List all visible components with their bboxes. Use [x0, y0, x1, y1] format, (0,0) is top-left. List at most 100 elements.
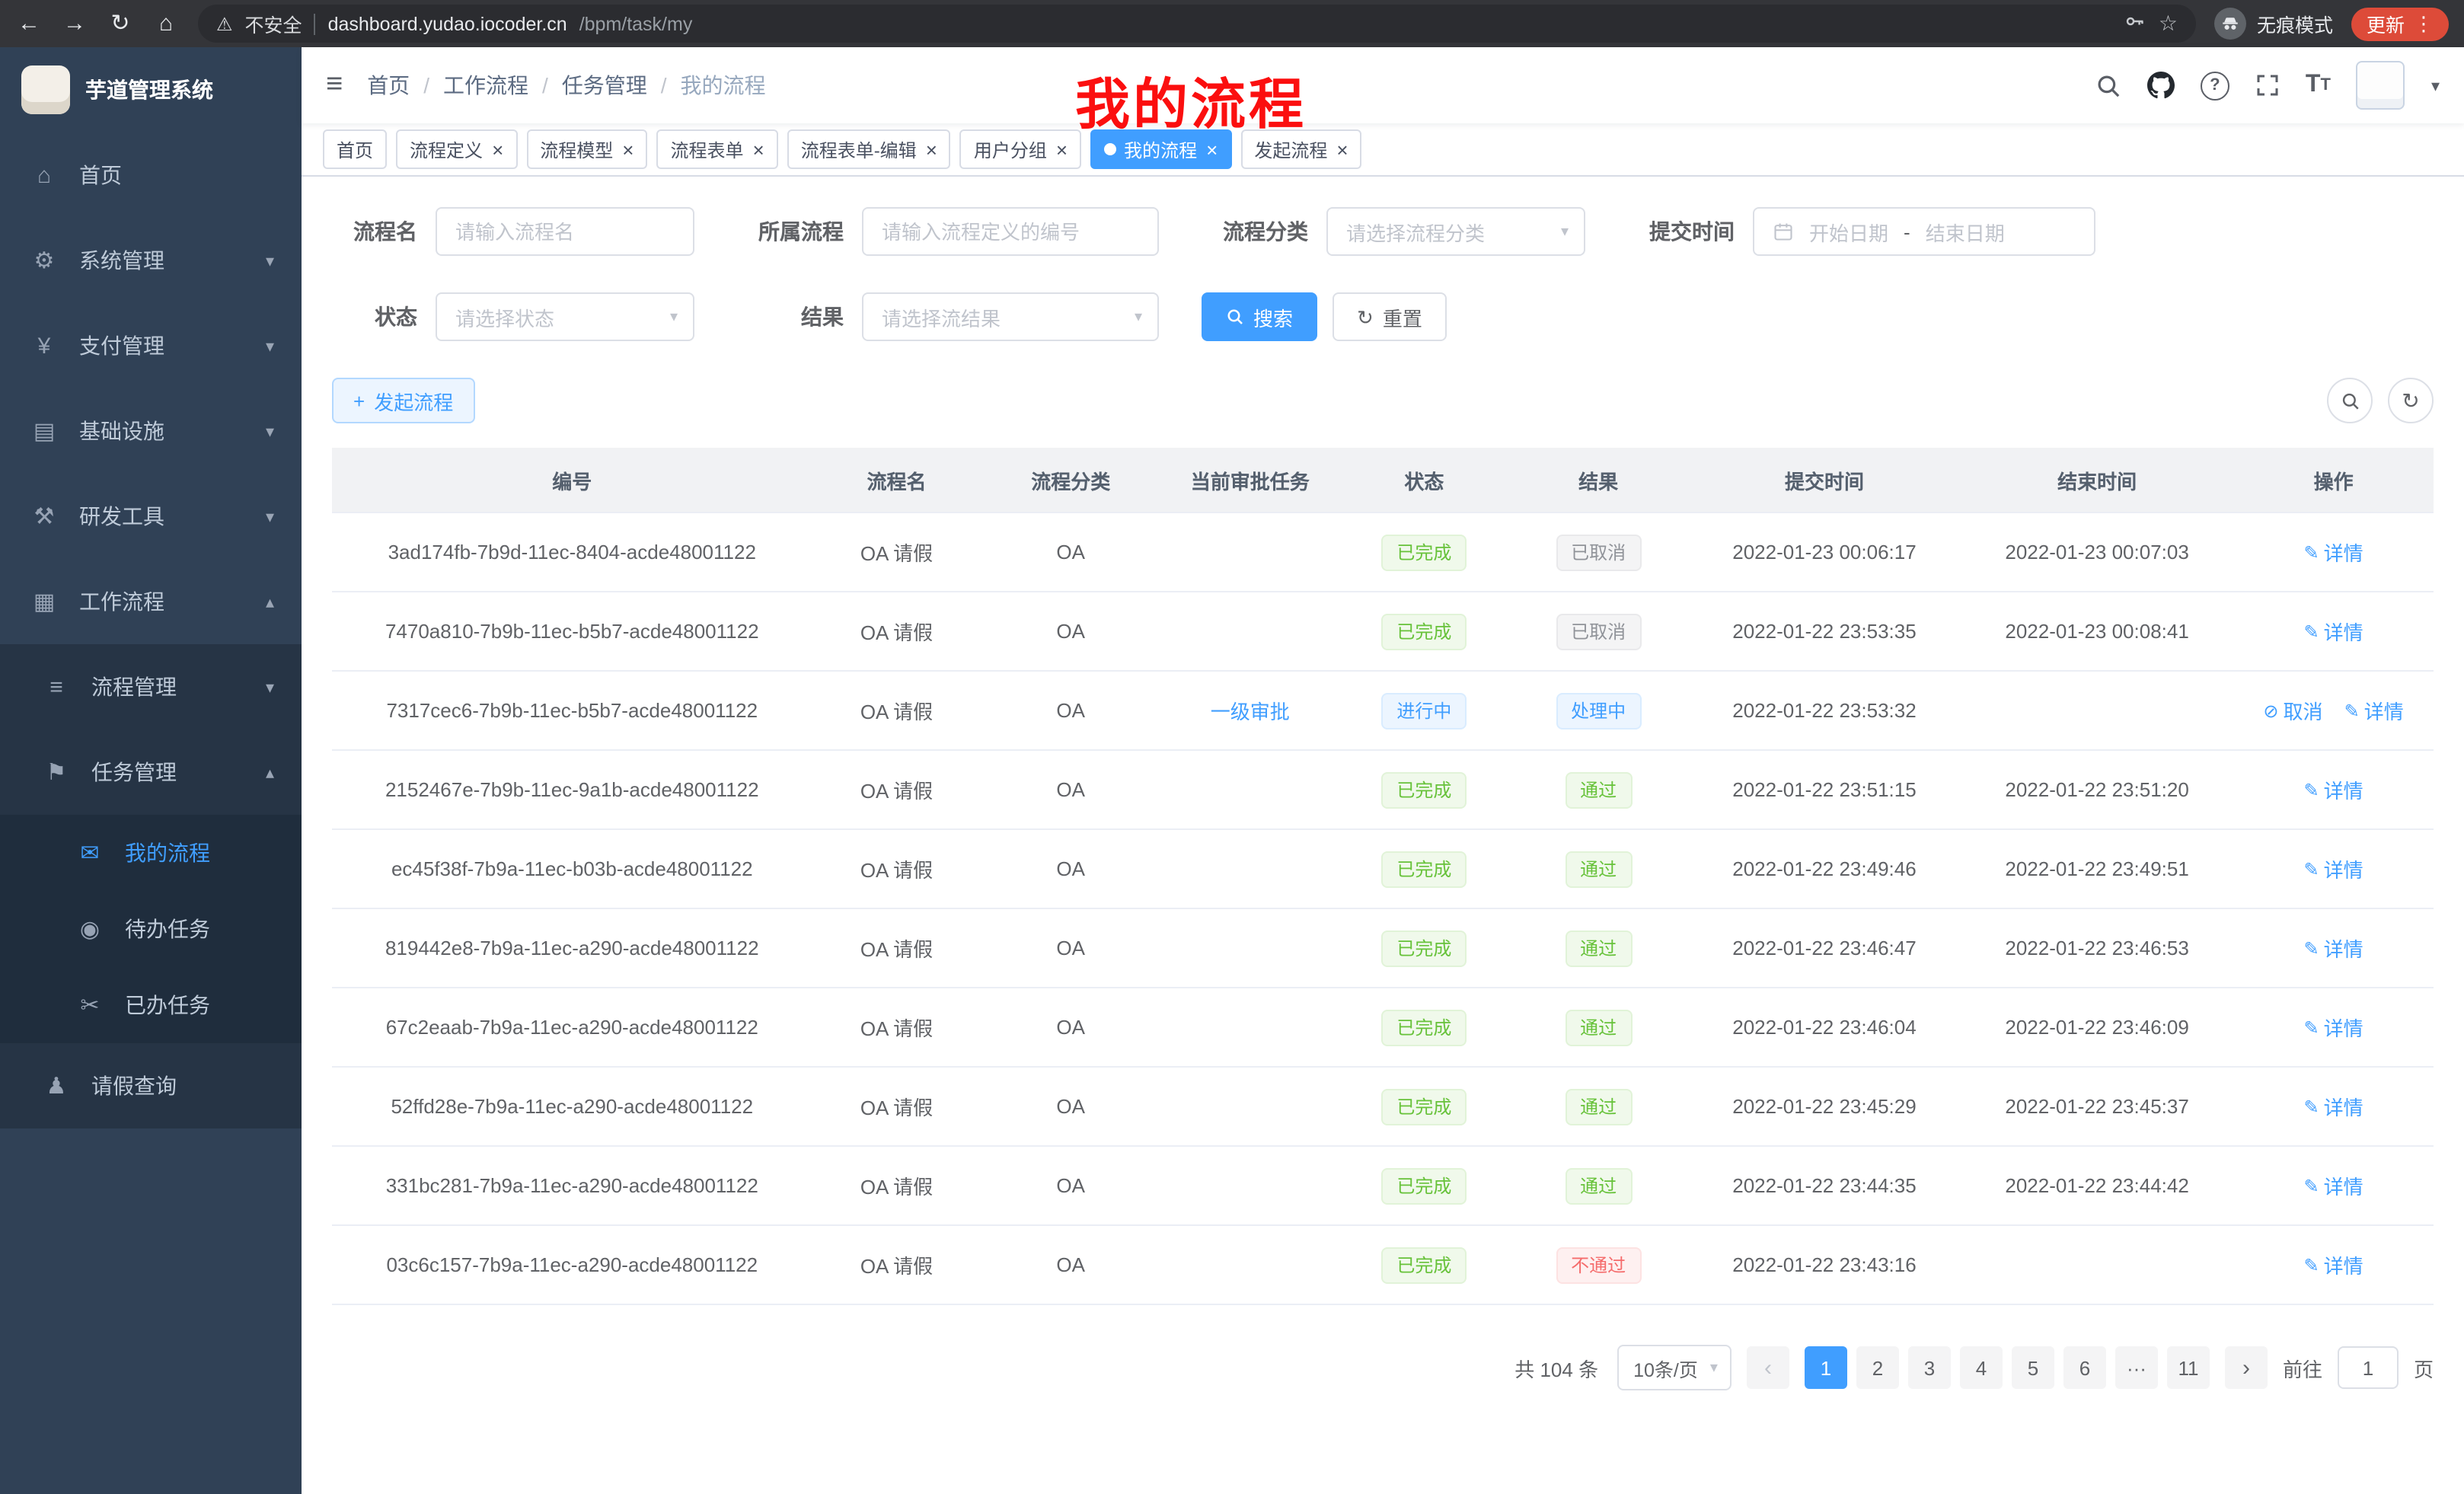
tab-6[interactable]: 我的流程× — [1090, 129, 1231, 169]
browser-forward-button[interactable]: → — [61, 12, 88, 35]
search-toggle-button[interactable] — [2327, 378, 2373, 423]
detail-link[interactable]: ✎详情 — [2304, 1250, 2363, 1279]
app-logo[interactable]: 芋道管理系统 — [0, 47, 302, 132]
page-button-3[interactable]: 3 — [1908, 1346, 1951, 1389]
chevron-down-icon: ▾ — [1561, 223, 1569, 240]
refresh-table-button[interactable]: ↻ — [2388, 378, 2434, 423]
sidebar-item-done-task[interactable]: ✂已办任务 — [0, 967, 302, 1043]
detail-link[interactable]: ✎详情 — [2304, 854, 2363, 883]
tab-5[interactable]: 用户分组× — [960, 129, 1081, 169]
tab-1[interactable]: 流程定义× — [396, 129, 517, 169]
close-icon[interactable]: × — [622, 139, 634, 159]
table-row: 52ffd28e-7b9a-11ec-a290-acde48001122OA 请… — [332, 1067, 2434, 1146]
sidebar-item-home[interactable]: ⌂首页 — [0, 132, 302, 218]
column-header-1: 流程名 — [812, 448, 981, 512]
breadcrumb-item[interactable]: 任务管理 — [562, 70, 647, 101]
sidebar-item-workflow[interactable]: ▦工作流程▴ — [0, 559, 302, 644]
result-select[interactable]: 请选择流结果 ▾ — [862, 292, 1159, 341]
sidebar-item-process-management[interactable]: ≡流程管理▾ — [0, 644, 302, 729]
sidebar-item-system[interactable]: ⚙系统管理▾ — [0, 218, 302, 303]
action-label: 详情 — [2324, 1092, 2363, 1121]
page-size-select[interactable]: 10条/页 ▾ — [1617, 1345, 1732, 1390]
goto-page-input[interactable] — [2338, 1346, 2399, 1389]
detail-link[interactable]: ✎详情 — [2304, 775, 2363, 804]
page-button-2[interactable]: 2 — [1856, 1346, 1899, 1389]
breadcrumb-item[interactable]: 我的流程 — [681, 70, 766, 101]
browser-menu-icon[interactable]: ⋮ — [2414, 11, 2434, 36]
reset-button[interactable]: ↻ 重置 — [1333, 292, 1447, 341]
submit-time: 2022-01-22 23:53:35 — [1688, 592, 1961, 671]
tab-4[interactable]: 流程表单-编辑× — [787, 129, 951, 169]
font-size-icon[interactable]: TT — [2306, 72, 2331, 99]
detail-link[interactable]: ✎详情 — [2304, 1171, 2363, 1200]
breadcrumb: 首页/工作流程/任务管理/我的流程 — [367, 70, 765, 101]
update-button[interactable]: 更新 ⋮ — [2351, 7, 2449, 40]
chevron-down-icon: ▾ — [266, 677, 274, 697]
close-icon[interactable]: × — [1336, 139, 1348, 159]
close-icon[interactable]: × — [753, 139, 764, 159]
address-bar[interactable]: ⚠ 不安全 dashboard.yudao.iocoder.cn/bpm/tas… — [198, 5, 2196, 43]
status-select[interactable]: 请选择状态 ▾ — [436, 292, 694, 341]
cancel-link[interactable]: ⊘取消 — [2263, 696, 2322, 725]
detail-link[interactable]: ✎详情 — [2304, 934, 2363, 962]
sidebar-item-infrastructure[interactable]: ▤基础设施▾ — [0, 388, 302, 474]
close-icon[interactable]: × — [1206, 139, 1218, 159]
next-page-button[interactable]: › — [2225, 1346, 2268, 1389]
process-name-input[interactable] — [436, 207, 694, 256]
tab-2[interactable]: 流程模型× — [526, 129, 647, 169]
sidebar-item-leave-query[interactable]: ♟请假查询 — [0, 1043, 302, 1128]
hamburger-icon[interactable]: ≡ — [326, 69, 343, 102]
breadcrumb-item[interactable]: 工作流程 — [443, 70, 528, 101]
result-cell: 已取消 — [1508, 592, 1688, 671]
end-time: 2022-01-22 23:44:42 — [1961, 1146, 2233, 1225]
page-button-1[interactable]: 1 — [1805, 1346, 1847, 1389]
pager-more-button[interactable]: ··· — [2115, 1346, 2158, 1389]
chevron-down-icon: ▾ — [266, 251, 274, 270]
password-key-icon[interactable] — [2125, 11, 2146, 37]
submit-time: 2022-01-22 23:46:47 — [1688, 908, 1961, 988]
goto-unit-label: 页 — [2414, 1353, 2434, 1382]
breadcrumb-separator: / — [661, 73, 667, 97]
parent-process-input[interactable] — [862, 207, 1159, 256]
table-toolbar: + 发起流程 ↻ — [332, 378, 2434, 423]
sidebar-item-todo-task[interactable]: ◉待办任务 — [0, 891, 302, 967]
tab-3[interactable]: 流程表单× — [656, 129, 777, 169]
category-select[interactable]: 请选择流程分类 ▾ — [1326, 207, 1585, 256]
help-icon[interactable]: ? — [2201, 71, 2229, 100]
detail-link[interactable]: ✎详情 — [2344, 696, 2404, 725]
sidebar-item-task-management[interactable]: ⚑任务管理▴ — [0, 729, 302, 815]
column-header-5: 结果 — [1508, 448, 1688, 512]
detail-link[interactable]: ✎详情 — [2304, 1092, 2363, 1121]
search-icon[interactable] — [2095, 72, 2121, 98]
chevron-down-icon[interactable]: ▾ — [2431, 75, 2440, 95]
detail-link[interactable]: ✎详情 — [2304, 538, 2363, 567]
sidebar-item-devtools[interactable]: ⚒研发工具▾ — [0, 474, 302, 559]
detail-link[interactable]: ✎详情 — [2304, 1013, 2363, 1042]
browser-refresh-button[interactable]: ↻ — [107, 12, 134, 35]
sidebar-item-my-process[interactable]: ✉我的流程 — [0, 815, 302, 891]
page-button-6[interactable]: 6 — [2063, 1346, 2106, 1389]
close-icon[interactable]: × — [926, 139, 937, 159]
detail-link[interactable]: ✎详情 — [2304, 617, 2363, 646]
browser-back-button[interactable]: ← — [15, 12, 43, 35]
current-task-link[interactable]: 一级审批 — [1211, 701, 1290, 723]
github-icon[interactable] — [2147, 72, 2175, 99]
page-button-4[interactable]: 4 — [1960, 1346, 2003, 1389]
bookmark-star-icon[interactable]: ☆ — [2159, 11, 2178, 37]
tab-7[interactable]: 发起流程× — [1240, 129, 1361, 169]
start-process-button[interactable]: + 发起流程 — [332, 378, 474, 423]
breadcrumb-item[interactable]: 首页 — [367, 70, 410, 101]
close-icon[interactable]: × — [492, 139, 503, 159]
close-icon[interactable]: × — [1056, 139, 1068, 159]
tab-0[interactable]: 首页 — [323, 129, 387, 169]
prev-page-button[interactable]: ‹ — [1747, 1346, 1789, 1389]
fullscreen-icon[interactable] — [2255, 73, 2280, 97]
my-process-icon: ✉ — [73, 839, 107, 867]
page-button-5[interactable]: 5 — [2012, 1346, 2054, 1389]
page-button-11[interactable]: 11 — [2167, 1346, 2210, 1389]
submit-time-range-picker[interactable]: 开始日期 - 结束日期 — [1753, 207, 2095, 256]
browser-home-button[interactable]: ⌂ — [152, 12, 180, 35]
search-button[interactable]: 搜索 — [1202, 292, 1317, 341]
user-avatar[interactable] — [2357, 61, 2405, 110]
sidebar-item-payment[interactable]: ¥支付管理▾ — [0, 303, 302, 388]
